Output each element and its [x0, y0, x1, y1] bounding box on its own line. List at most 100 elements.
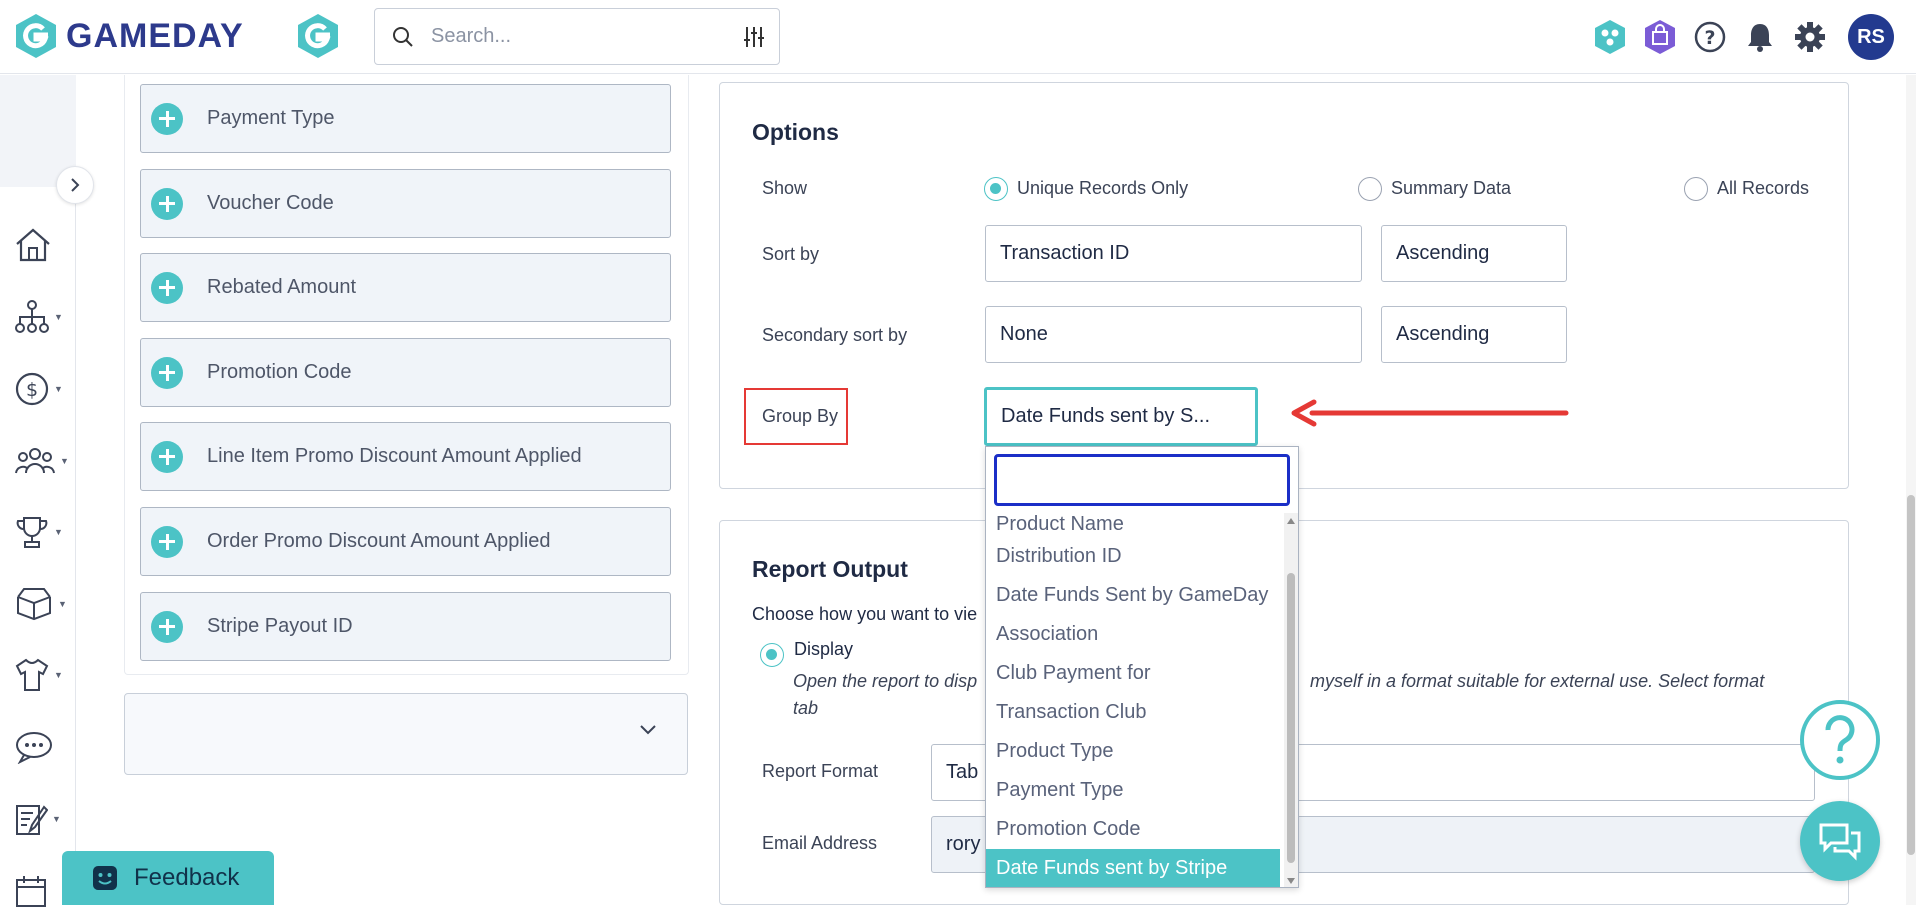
dropdown-option[interactable]: Product Name [986, 510, 1280, 536]
radio-display[interactable] [760, 643, 784, 667]
search-icon [375, 26, 431, 48]
gameday-logo[interactable]: GAMEDAY [14, 12, 244, 60]
search-placeholder: Search... [431, 25, 512, 47]
chat-button[interactable] [1800, 801, 1880, 881]
radio-unique-records-label: Unique Records Only [1017, 178, 1189, 198]
community-icon[interactable] [1592, 14, 1628, 60]
radio-all-records[interactable] [1684, 177, 1708, 201]
dropdown-option[interactable]: Payment Type [986, 771, 1280, 809]
shirt-icon [15, 658, 49, 691]
secondary-sort-select[interactable]: None [985, 306, 1362, 363]
home-icon [16, 228, 50, 262]
sort-by-label: Sort by [762, 244, 820, 264]
scroll-up-icon [1287, 518, 1295, 524]
field-rebated-amount[interactable]: Rebated Amount [140, 253, 671, 322]
nav-members[interactable]: ▼ [14, 441, 74, 481]
chevron-down-icon: ▼ [54, 527, 63, 537]
bell-icon[interactable] [1742, 14, 1778, 60]
shop-icon[interactable] [1642, 14, 1678, 60]
add-icon[interactable] [151, 102, 183, 135]
group-by-select[interactable]: Date Funds sent by S... [984, 387, 1258, 446]
chevron-right-icon [71, 178, 80, 192]
edit-form-icon [16, 805, 48, 835]
dropdown-scroll-thumb[interactable] [1287, 573, 1295, 863]
svg-text:?: ? [1704, 27, 1715, 49]
dropdown-option[interactable]: Transaction Club [986, 693, 1280, 731]
gameday-g-icon [16, 14, 56, 58]
display-description-cont: myself in a format suitable for external… [1310, 671, 1765, 691]
dropdown-option[interactable]: Distribution ID [986, 537, 1280, 575]
display-description: Open the report to disp [793, 671, 978, 691]
feedback-label: Feedback [134, 864, 240, 891]
chat-icon [1819, 823, 1861, 861]
dropdown-scrollbar[interactable] [1284, 513, 1298, 887]
help-icon[interactable]: ? [1692, 14, 1728, 60]
svg-text:$: $ [26, 379, 38, 401]
field-order-promo-discount[interactable]: Order Promo Discount Amount Applied [140, 507, 671, 576]
field-label: Payment Type [207, 107, 335, 129]
org-logo[interactable] [296, 12, 340, 65]
filter-icon[interactable] [729, 25, 779, 49]
options-card: Options Show Unique Records Only Summary… [719, 82, 1849, 489]
report-format-label: Report Format [762, 761, 879, 781]
group-by-label: Group By [762, 406, 839, 426]
add-icon[interactable] [151, 440, 183, 473]
radio-unique-records[interactable] [984, 177, 1008, 201]
nav-competitions[interactable]: ▼ [14, 512, 74, 552]
dropdown-option-selected[interactable]: Date Funds sent by Stripe [986, 849, 1280, 887]
gameday-g-icon [298, 14, 338, 58]
nav-organisation[interactable]: ▼ [14, 297, 74, 337]
collapsible-section[interactable] [124, 693, 688, 775]
page-scrollbar[interactable] [1906, 75, 1916, 905]
dropdown-option[interactable]: Promotion Code [986, 810, 1280, 848]
search-input[interactable]: Search... [374, 8, 780, 65]
top-header: GAMEDAY Search... ? RS [0, 0, 1916, 74]
chevron-down-icon: ▼ [60, 456, 69, 466]
add-icon[interactable] [151, 271, 183, 304]
sort-by-select[interactable]: Transaction ID [985, 225, 1362, 282]
field-voucher-code[interactable]: Voucher Code [140, 169, 671, 238]
radio-summary-data[interactable] [1358, 177, 1382, 201]
sort-order-select[interactable]: Ascending [1381, 225, 1567, 282]
chevron-down-icon [640, 725, 656, 735]
gear-icon[interactable] [1792, 14, 1828, 60]
field-payment-type[interactable]: Payment Type [140, 84, 671, 153]
chevron-down-icon: ▼ [52, 814, 61, 824]
chevron-down-icon: ▼ [58, 599, 67, 609]
field-label: Order Promo Discount Amount Applied [207, 530, 551, 552]
nav-uniforms[interactable]: ▼ [14, 655, 74, 695]
calendar-icon [16, 876, 46, 907]
dropdown-search-input[interactable] [994, 454, 1290, 506]
question-icon [1825, 715, 1855, 764]
chevron-down-icon: ▼ [54, 312, 63, 322]
add-icon[interactable] [151, 187, 183, 220]
radio-summary-data-label: Summary Data [1391, 178, 1512, 198]
sidebar-expand-button[interactable] [56, 166, 94, 204]
chat-bubbles-icon [16, 732, 52, 764]
dropdown-option[interactable]: Club Payment for [986, 654, 1280, 692]
add-icon[interactable] [151, 525, 183, 558]
add-icon[interactable] [151, 610, 183, 643]
show-label: Show [762, 178, 808, 198]
feedback-button[interactable]: Feedback [62, 851, 274, 905]
dropdown-option[interactable]: Product Type [986, 732, 1280, 770]
page-scroll-thumb[interactable] [1907, 495, 1915, 855]
field-line-item-promo-discount[interactable]: Line Item Promo Discount Amount Applied [140, 422, 671, 491]
nav-finance[interactable]: $ ▼ [14, 369, 74, 409]
add-icon[interactable] [151, 356, 183, 389]
dropdown-option[interactable]: Association [986, 615, 1280, 653]
red-arrow-annotation [1291, 399, 1569, 427]
avatar[interactable]: RS [1848, 14, 1894, 60]
field-stripe-payout-id[interactable]: Stripe Payout ID [140, 592, 671, 661]
smiley-icon [93, 866, 117, 890]
dropdown-option[interactable]: Date Funds Sent by GameDay [986, 576, 1280, 614]
nav-forms[interactable]: ▼ [14, 799, 74, 839]
chevron-down-icon: ▼ [54, 670, 63, 680]
secondary-sort-order-select[interactable]: Ascending [1381, 306, 1567, 363]
scroll-down-icon [1287, 878, 1295, 884]
field-promotion-code[interactable]: Promotion Code [140, 338, 671, 407]
nav-communications[interactable] [14, 727, 74, 767]
nav-home[interactable] [14, 225, 74, 265]
help-button[interactable] [1800, 700, 1880, 780]
nav-venues[interactable]: ▼ [14, 584, 74, 624]
